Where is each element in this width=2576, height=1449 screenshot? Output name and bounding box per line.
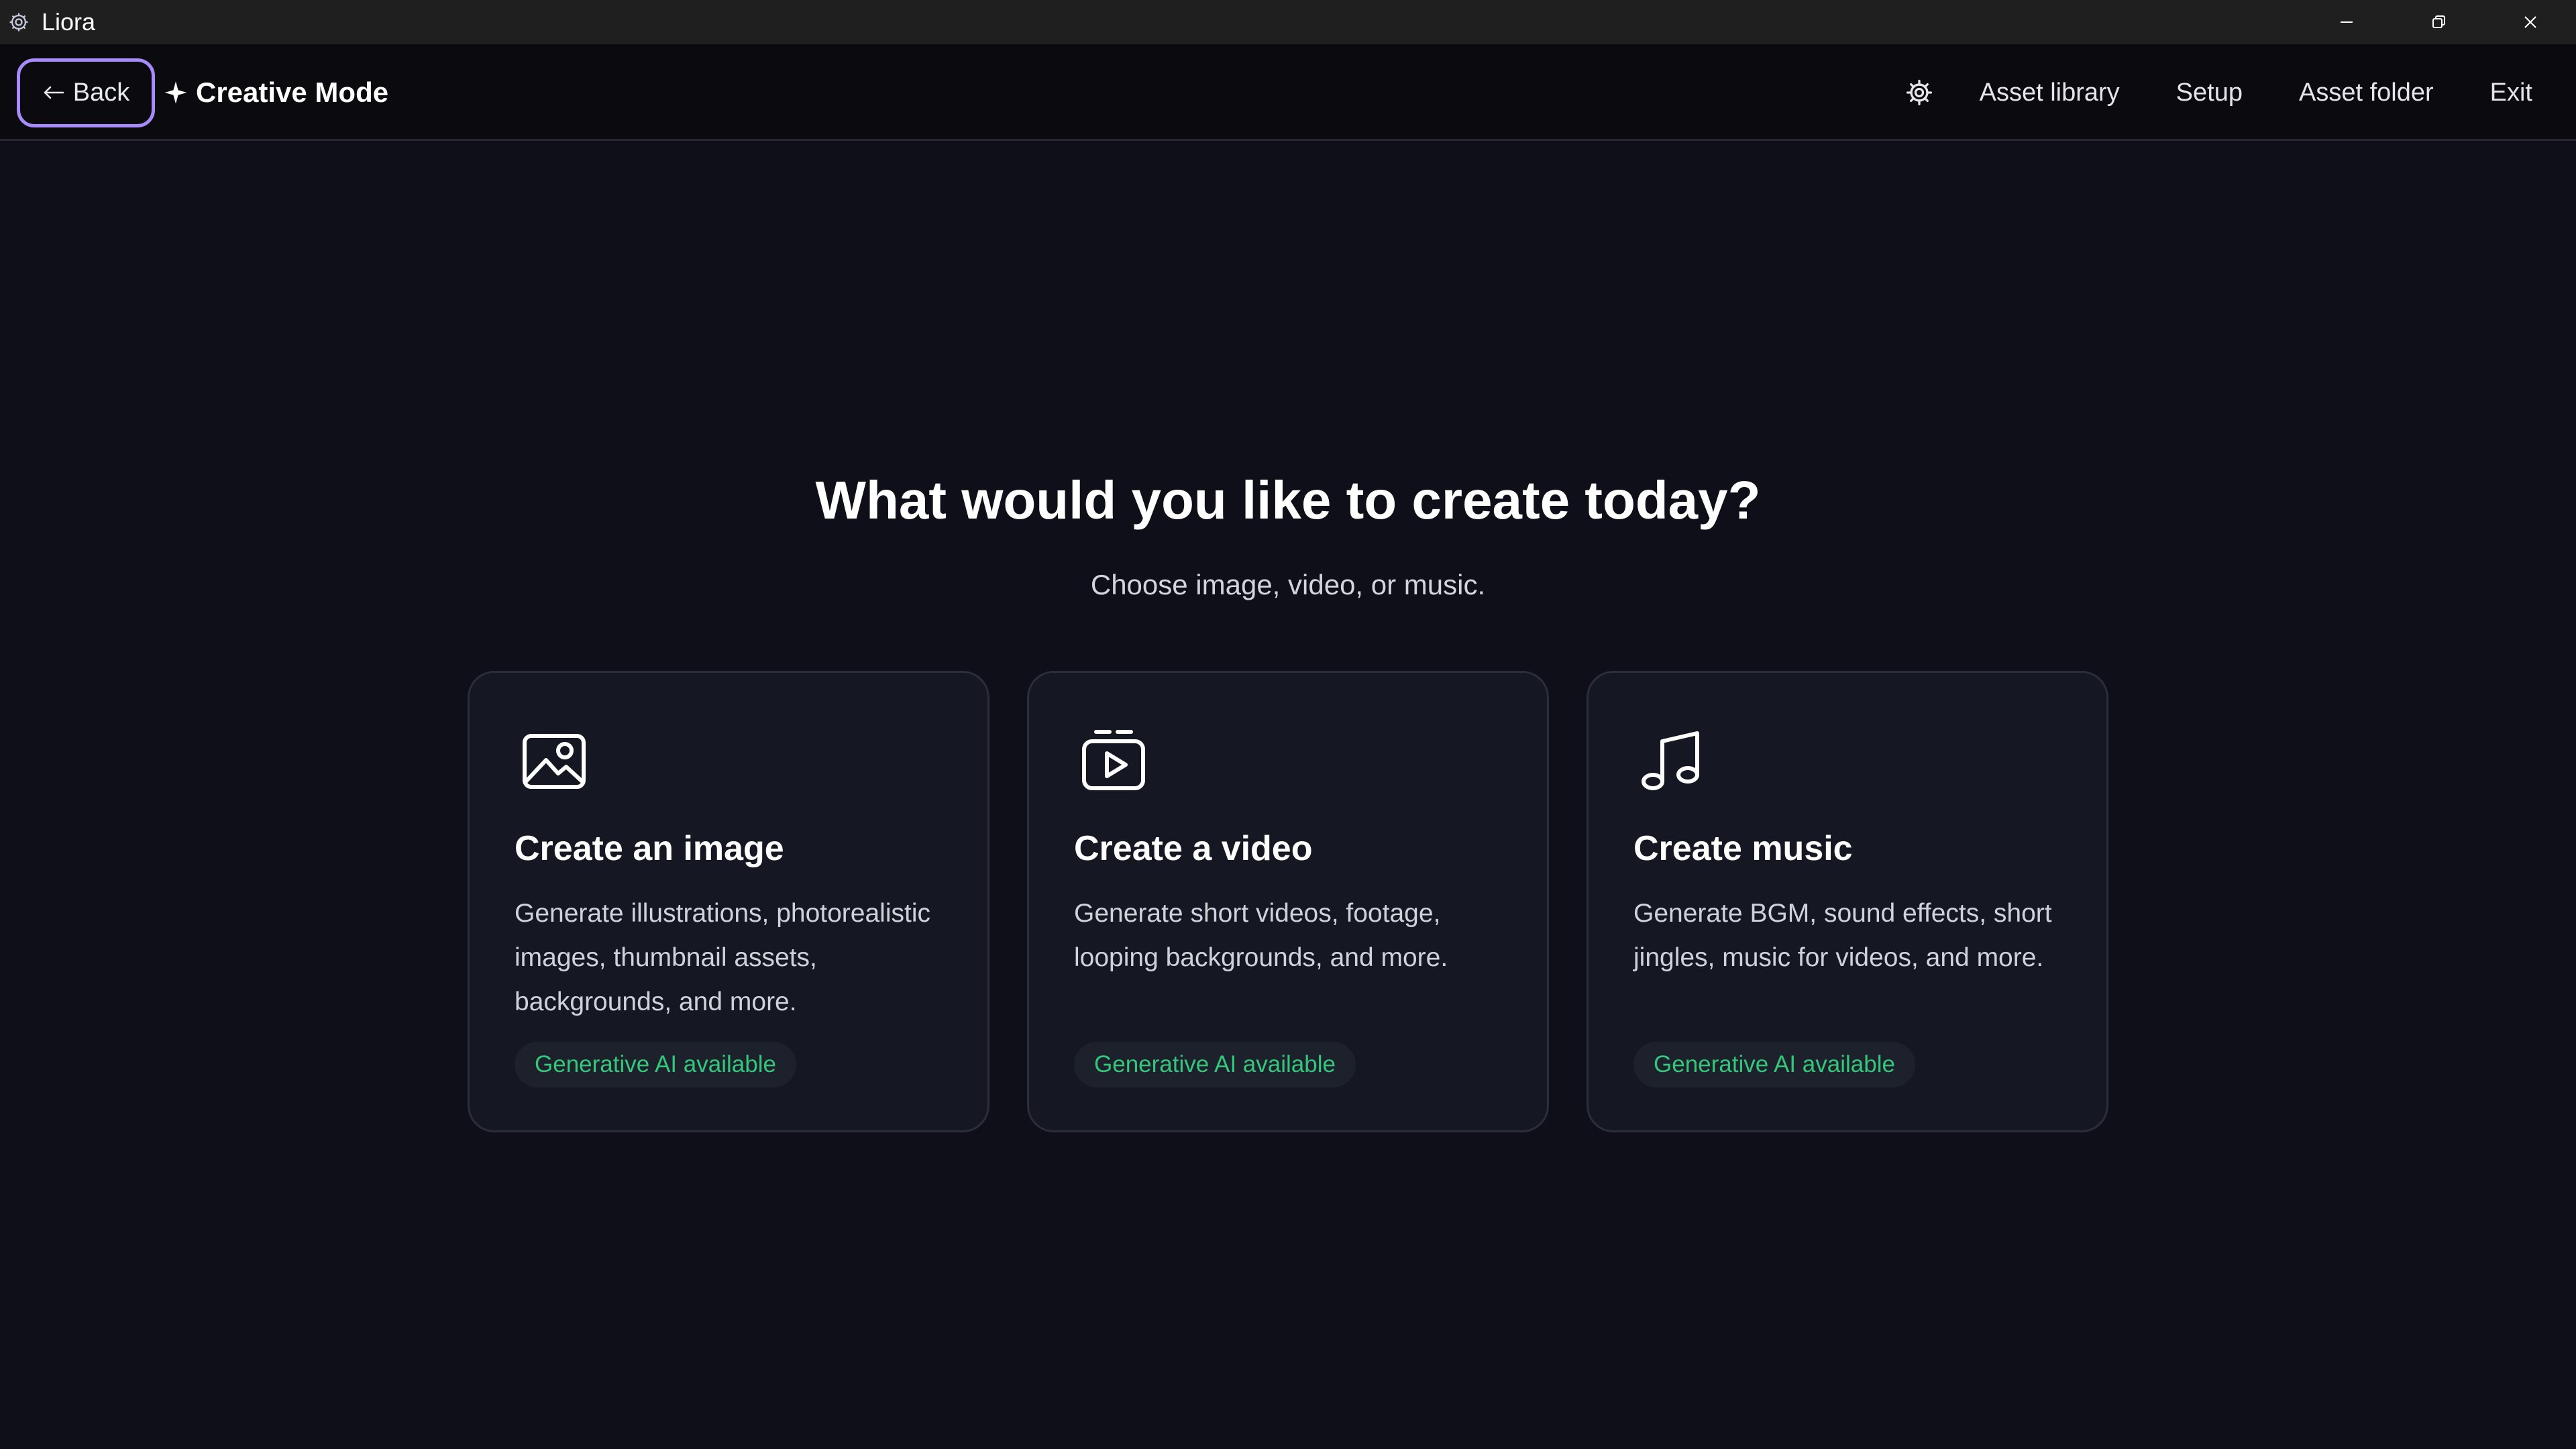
image-icon bbox=[519, 727, 589, 796]
create-music-card[interactable]: Create music Generate BGM, sound effects… bbox=[1587, 671, 2108, 1132]
window-controls bbox=[2300, 0, 2576, 44]
back-button-label: Back bbox=[72, 78, 130, 107]
card-description: Generate illustrations, photorealistic i… bbox=[515, 899, 930, 1016]
arrow-left-icon bbox=[42, 78, 65, 107]
window-title: Liora bbox=[42, 8, 96, 36]
brand: Creative Mode bbox=[164, 44, 388, 141]
nav-exit[interactable]: Exit bbox=[2490, 78, 2532, 107]
page-title: What would you like to create today? bbox=[815, 470, 1761, 530]
gear-app-icon bbox=[6, 9, 32, 35]
window-titlebar: Liora bbox=[0, 0, 2576, 44]
card-description: Generate BGM, sound effects, short jingl… bbox=[1633, 899, 2052, 972]
card-title: Create a video bbox=[1074, 829, 1313, 868]
ai-badge: Generative AI available bbox=[1074, 1042, 1356, 1087]
gear-icon[interactable] bbox=[1903, 76, 1935, 109]
nav-asset-folder[interactable]: Asset folder bbox=[2299, 78, 2434, 107]
back-button[interactable]: Back bbox=[17, 58, 155, 127]
app-header: Back Creative Mode Asset library Setup A… bbox=[0, 44, 2576, 141]
card-title: Create music bbox=[1633, 829, 1853, 868]
create-image-card[interactable]: Create an image Generate illustrations, … bbox=[468, 671, 989, 1132]
create-video-card[interactable]: Create a video Generate short videos, fo… bbox=[1027, 671, 1549, 1132]
brand-title: Creative Mode bbox=[196, 76, 389, 108]
video-icon bbox=[1079, 727, 1148, 796]
music-note-icon bbox=[1638, 727, 1708, 796]
page-subtitle: Choose image, video, or music. bbox=[1090, 569, 1486, 600]
sparkle-icon bbox=[164, 80, 188, 105]
ai-badge: Generative AI available bbox=[1633, 1042, 1915, 1087]
nav-setup[interactable]: Setup bbox=[2176, 78, 2243, 107]
nav-asset-library[interactable]: Asset library bbox=[1980, 78, 2120, 107]
ai-badge: Generative AI available bbox=[515, 1042, 796, 1087]
minimize-icon[interactable] bbox=[2300, 0, 2392, 44]
card-title: Create an image bbox=[515, 829, 784, 868]
close-icon[interactable] bbox=[2484, 0, 2576, 44]
restore-icon[interactable] bbox=[2392, 0, 2484, 44]
top-nav: Asset library Setup Asset folder Exit bbox=[1903, 44, 2576, 141]
card-description: Generate short videos, footage, looping … bbox=[1074, 899, 1448, 972]
